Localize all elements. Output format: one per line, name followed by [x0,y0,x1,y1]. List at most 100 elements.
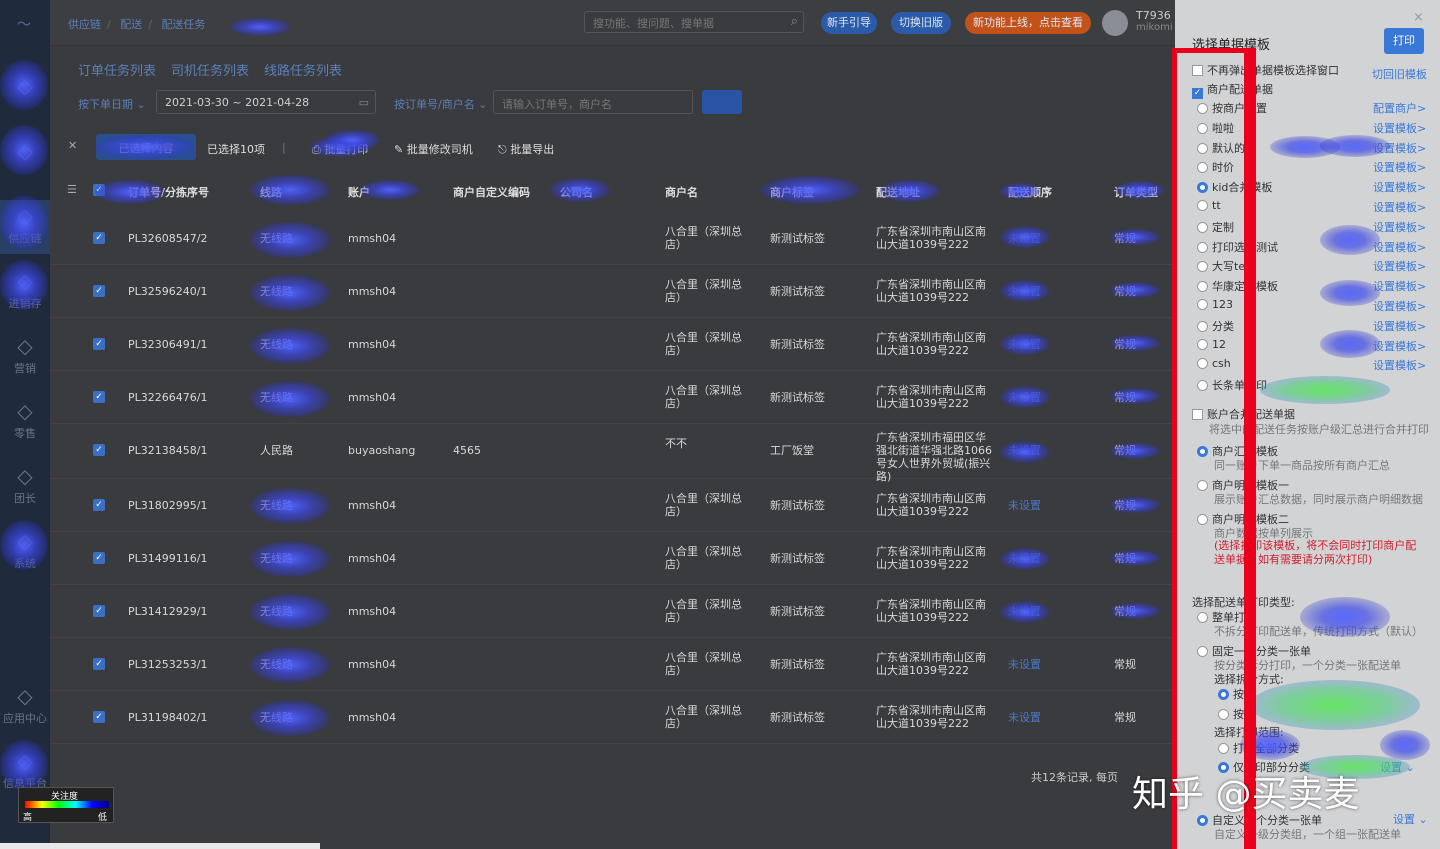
set-template-link[interactable]: 设置模板> [1373,199,1426,215]
close-icon[interactable]: × [1413,10,1424,25]
set-template-link[interactable]: 设置模板> [1373,239,1426,255]
row-checkbox[interactable]: ✓ [93,499,105,511]
column-header[interactable]: 商户标签 [770,184,814,200]
search-type-select[interactable]: 按订单号/商户名 ⌄ [394,96,487,112]
set-template-link[interactable]: 配置商户> [1373,100,1426,116]
tab-route-tasks[interactable]: 线路任务列表 [264,60,342,79]
print-button[interactable]: 打印 [1384,28,1424,54]
guide-button[interactable]: 新手引导 [821,12,877,34]
row-checkbox[interactable]: ✓ [93,338,105,350]
cell-order[interactable]: 未设置 [1008,552,1108,565]
cell-shop: 八合里（深圳总店） [665,225,742,251]
cell-line: 人民路 [260,444,293,457]
row-checkbox[interactable]: ✓ [93,605,105,617]
date-type-select[interactable]: 按下单日期 ⌄ [78,96,146,112]
set-template-link[interactable]: 设置模板> [1373,159,1426,175]
cell-tag: 新测试标签 [770,552,825,565]
global-search-input[interactable]: 搜功能、搜问题、搜单据 ⌕ [584,11,804,33]
row-checkbox[interactable]: ✓ [93,658,105,670]
batch-export-button[interactable]: ⎋ 批量导出 [498,141,554,157]
breadcrumb-item[interactable]: 配送 [120,18,142,31]
sidebar-item[interactable]: ◇ 零售 [0,395,50,449]
sidebar-item[interactable]: ◇ 团长 [0,460,50,514]
column-header[interactable]: 商户名 [665,184,698,200]
set-template-link[interactable]: 设置模板> [1373,140,1426,156]
row-checkbox[interactable]: ✓ [93,552,105,564]
close-icon[interactable]: ✕ [68,139,77,152]
cell-line: 无线路 [260,391,293,404]
edit-icon: ✎ [394,143,404,156]
sidebar-item[interactable]: ◇ 应用中心 [0,680,50,734]
column-header[interactable]: 账户 [348,184,370,200]
legend-high: 高 [23,813,33,823]
column-header[interactable]: 配送地址 [876,184,920,200]
column-header[interactable]: 公司名 [560,184,593,200]
row-checkbox[interactable]: ✓ [93,232,105,244]
date-range-input[interactable]: 2021-03-30 ~ 2021-04-28 ▭ [156,90,376,114]
cell-order[interactable]: 未设置 [1008,285,1108,298]
row-checkbox[interactable]: ✓ [93,391,105,403]
set-template-link[interactable]: 设置模板> [1373,179,1426,195]
batch-driver-button[interactable]: ✎ 批量修改司机 [394,141,473,157]
sidebar-item[interactable]: ◇ 营销 [0,330,50,384]
tab-driver-tasks[interactable]: 司机任务列表 [171,60,249,79]
column-header[interactable]: 线路 [260,184,282,200]
search-button[interactable] [702,90,742,114]
batch-print-button[interactable]: ⎙ 批量打印 [312,141,368,157]
set-template-link[interactable]: 设置模板> [1373,357,1426,373]
highlight-frame [1172,48,1252,849]
row-checkbox[interactable]: ✓ [93,285,105,297]
new-features-button[interactable]: 新功能上线，点击查看 [965,12,1091,34]
select-all-checkbox[interactable]: ✓ [93,184,105,196]
breadcrumb: 供应链 / 配送 / 配送任务 [68,18,206,31]
set-template-link[interactable]: 设置模板> [1373,298,1426,314]
switch-old-template-link[interactable]: 切回旧模板 [1372,66,1427,82]
set-template-link[interactable]: 设置模板> [1373,278,1426,294]
cell-order[interactable]: 未设置 [1008,499,1108,512]
column-header[interactable]: 配送顺序 [1008,184,1052,200]
cell-line: 无线路 [260,338,293,351]
set-template-link[interactable]: 设置模板> [1373,338,1426,354]
cell-shop: 八合里（深圳总店） [665,278,742,304]
cart-icon: ◇ [17,399,33,423]
column-header[interactable]: 订单号/分拣序号 [128,184,209,200]
cell-line: 无线路 [260,605,293,618]
cell-addr: 广东省深圳市南山区南山大道1039号222 [876,278,986,304]
cell-order[interactable]: 未设置 [1008,338,1108,351]
column-settings-icon[interactable]: ☰ [67,183,77,196]
order-search-input[interactable]: 请输入订单号，商户名 [493,90,693,114]
column-header[interactable]: 订单类型 [1114,184,1158,200]
cell-account: mmsh04 [348,658,397,671]
supply-icon: ◇ [17,204,33,228]
avatar[interactable] [1102,10,1128,36]
breadcrumb-item[interactable]: 供应链 [68,18,101,31]
set-template-link[interactable]: 设置模板> [1373,120,1426,136]
sidebar-item[interactable]: ◇ 进销存 [0,265,50,319]
cell-order[interactable]: 未设置 [1008,391,1108,404]
search-icon[interactable]: ⌕ [791,14,798,29]
set-template-link[interactable]: 设置模板> [1373,258,1426,274]
cell-order[interactable]: 未设置 [1008,444,1108,457]
set-template-link[interactable]: 设置模板> [1373,219,1426,235]
tab-order-tasks[interactable]: 订单任务列表 [78,60,156,79]
row-checkbox[interactable]: ✓ [93,711,105,723]
sidebar-item[interactable]: ◇ [0,135,50,189]
selected-content-button[interactable]: 已选择内容 [96,134,196,160]
sidebar-item[interactable]: ◇ 系统 [0,525,50,579]
range-set-link[interactable]: 设置 ⌄ [1380,759,1415,775]
row-checkbox[interactable]: ✓ [93,444,105,456]
user-info[interactable]: T7936 mikomi [1136,10,1173,34]
cell-order[interactable]: 未设置 [1008,232,1108,245]
custom-set-link[interactable]: 设置 ⌄ [1393,811,1428,827]
cell-order[interactable]: 未设置 [1008,605,1108,618]
cell-order[interactable]: 未设置 [1008,711,1108,724]
old-version-button[interactable]: 切换旧版 [891,12,951,34]
bag-icon: ◇ [17,74,33,98]
sidebar-item[interactable]: ◇ [0,70,50,124]
sidebar-item[interactable]: ◇ 供应链 [0,200,50,254]
cell-shop: 八合里（深圳总店） [665,651,742,677]
set-template-link[interactable]: 设置模板> [1373,318,1426,334]
cell-order[interactable]: 未设置 [1008,658,1108,671]
column-header[interactable]: 商户自定义编码 [453,184,530,200]
cell-addr: 广东省深圳市南山区南山大道1039号222 [876,384,986,410]
